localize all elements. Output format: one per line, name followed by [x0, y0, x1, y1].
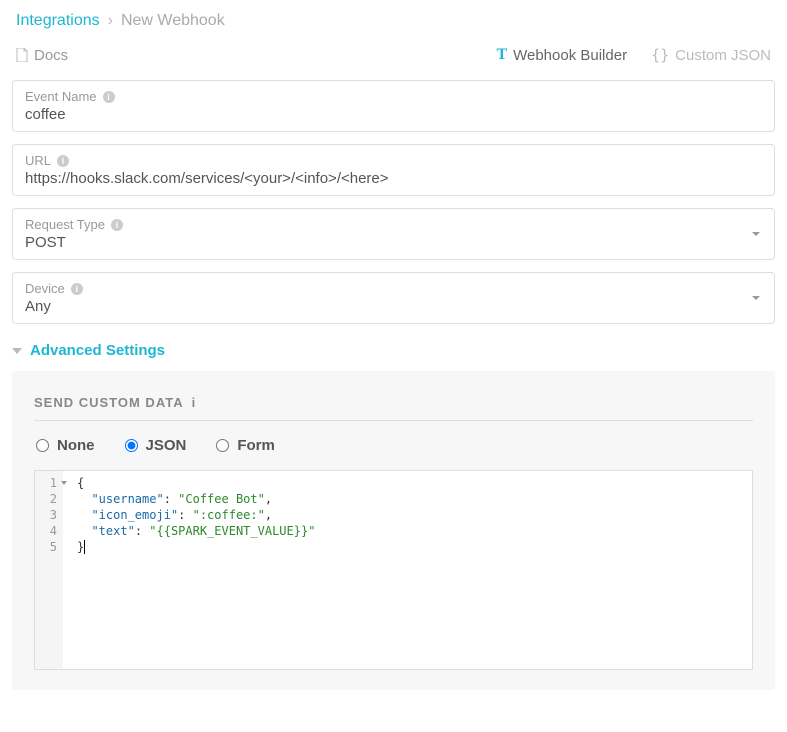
device-select[interactable]: Any — [25, 298, 762, 315]
header-row: Docs T Webhook Builder {} Custom JSON — [8, 40, 779, 80]
editor-code[interactable]: { "username": "Coffee Bot", "icon_emoji"… — [63, 471, 752, 669]
line-number: 2 — [41, 491, 57, 507]
field-label: Request Type i — [25, 217, 762, 232]
radio-form-input[interactable] — [216, 439, 229, 452]
docs-link[interactable]: Docs — [16, 47, 68, 64]
custom-data-radio-group: None JSON Form — [34, 437, 753, 454]
url-input[interactable] — [25, 170, 762, 187]
radio-json-input[interactable] — [125, 439, 138, 452]
radio-none-input[interactable] — [36, 439, 49, 452]
radio-label: JSON — [146, 437, 187, 454]
json-editor[interactable]: 1 2 3 4 5 { "username": "Coffee Bot", "i… — [34, 470, 753, 670]
radio-none[interactable]: None — [36, 437, 95, 454]
webhook-form: Event Name i URL i Request Type i POST D… — [8, 80, 779, 324]
info-icon[interactable]: i — [71, 283, 83, 295]
field-label: Device i — [25, 281, 762, 296]
info-icon[interactable]: i — [192, 395, 197, 410]
tab-label: Custom JSON — [675, 47, 771, 64]
radio-form[interactable]: Form — [216, 437, 275, 454]
tab-webhook-builder[interactable]: T Webhook Builder — [496, 46, 627, 64]
event-name-input[interactable] — [25, 106, 762, 123]
advanced-settings-panel: SEND CUSTOM DATA i None JSON Form 1 2 3 … — [12, 371, 775, 690]
info-icon[interactable]: i — [103, 91, 115, 103]
document-icon — [16, 48, 28, 62]
line-number: 5 — [41, 539, 57, 555]
tab-custom-json[interactable]: {} Custom JSON — [651, 46, 771, 64]
builder-mode-tabs: T Webhook Builder {} Custom JSON — [496, 46, 771, 64]
line-number: 3 — [41, 507, 57, 523]
breadcrumb-root-link[interactable]: Integrations — [16, 12, 100, 30]
breadcrumb-current: New Webhook — [121, 12, 225, 30]
radio-label: None — [57, 437, 95, 454]
text-cursor-icon: T — [496, 46, 507, 64]
line-number: 1 — [41, 475, 57, 491]
field-label: Event Name i — [25, 89, 762, 104]
editor-gutter: 1 2 3 4 5 — [35, 471, 63, 669]
braces-icon: {} — [651, 46, 669, 64]
event-name-field[interactable]: Event Name i — [12, 80, 775, 132]
advanced-settings-label: Advanced Settings — [30, 342, 165, 359]
field-label: URL i — [25, 153, 762, 168]
caret-down-icon — [12, 348, 22, 354]
radio-json[interactable]: JSON — [125, 437, 187, 454]
tab-label: Webhook Builder — [513, 47, 627, 64]
send-custom-data-title: SEND CUSTOM DATA i — [34, 395, 753, 421]
info-icon[interactable]: i — [111, 219, 123, 231]
chevron-right-icon: › — [108, 12, 113, 30]
advanced-settings-toggle[interactable]: Advanced Settings — [12, 342, 775, 359]
info-icon[interactable]: i — [57, 155, 69, 167]
url-field[interactable]: URL i — [12, 144, 775, 196]
request-type-field[interactable]: Request Type i POST — [12, 208, 775, 260]
radio-label: Form — [237, 437, 275, 454]
device-field[interactable]: Device i Any — [12, 272, 775, 324]
breadcrumb: Integrations › New Webhook — [8, 8, 779, 40]
docs-label: Docs — [34, 47, 68, 64]
request-type-select[interactable]: POST — [25, 234, 762, 251]
line-number: 4 — [41, 523, 57, 539]
